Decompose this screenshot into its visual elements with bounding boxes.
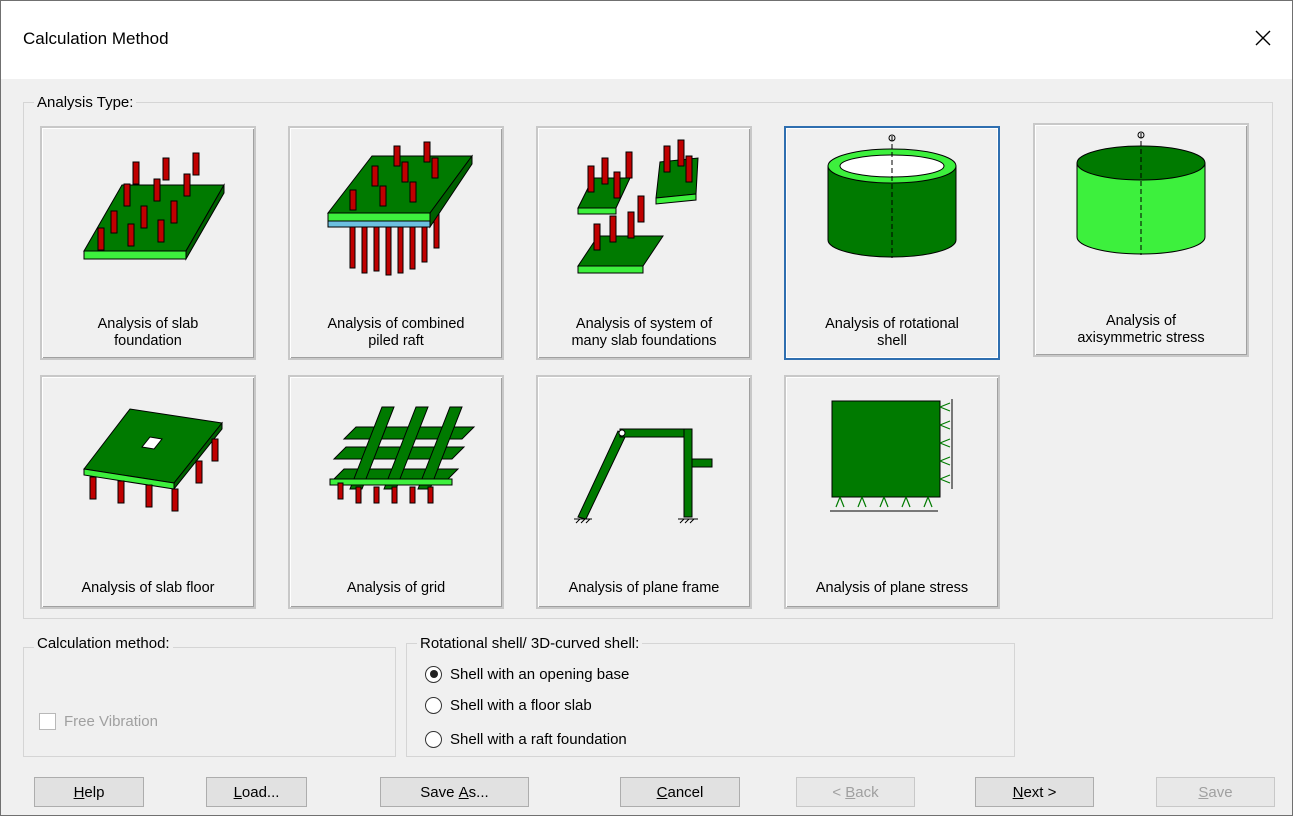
- grid-icon: [329, 406, 476, 504]
- tile-label: Analysis of grid: [346, 580, 446, 596]
- tile-label: Analysis of system of many slab foundati…: [571, 316, 717, 349]
- calculation-method-group: [23, 647, 396, 757]
- load-button[interactable]: Load...: [206, 777, 307, 807]
- tile-label: Analysis of slab foundation: [97, 316, 199, 349]
- plane-frame-icon: [574, 428, 713, 524]
- rotational-shell-icon: [827, 134, 957, 258]
- free-vibration-checkbox[interactable]: Free Vibration: [39, 713, 158, 730]
- slab-floor-icon: [83, 408, 223, 512]
- tile-plane-frame[interactable]: Analysis of plane frame: [536, 375, 752, 609]
- tile-combined-piled-raft[interactable]: Analysis of combined piled raft: [288, 126, 504, 360]
- next-button[interactable]: Next >: [975, 777, 1094, 807]
- radio-opening-base[interactable]: Shell with an opening base: [425, 662, 629, 686]
- tile-many-slab-foundations[interactable]: Analysis of system of many slab foundati…: [536, 126, 752, 360]
- piled-raft-icon: [326, 141, 473, 276]
- calculation-method-dialog: Calculation Method Analysis Type: Analys…: [0, 0, 1293, 816]
- tile-label: Analysis of plane frame: [568, 580, 720, 596]
- radio-raft-foundation[interactable]: Shell with a raft foundation: [425, 727, 627, 751]
- axisymmetric-icon: [1076, 131, 1206, 255]
- tile-plane-stress[interactable]: Analysis of plane stress: [784, 375, 1000, 609]
- analysis-type-label: Analysis Type:: [34, 94, 137, 111]
- radio-label: Shell with a raft foundation: [450, 730, 627, 748]
- title-bar: Calculation Method: [1, 1, 1292, 79]
- radio-label: Shell with a floor slab: [450, 696, 592, 714]
- tile-grid[interactable]: Analysis of grid: [288, 375, 504, 609]
- close-button[interactable]: [1248, 23, 1278, 53]
- radio-label: Shell with an opening base: [450, 665, 630, 683]
- slab-foundation-icon: [83, 152, 225, 261]
- tile-slab-floor[interactable]: Analysis of slab floor: [40, 375, 256, 609]
- radio-button: [425, 730, 442, 748]
- free-vibration-label: Free Vibration: [64, 713, 158, 730]
- plane-stress-icon: [830, 399, 953, 512]
- radio-floor-slab[interactable]: Shell with a floor slab: [425, 693, 592, 717]
- tile-label: Analysis of slab floor: [81, 580, 215, 596]
- close-icon: [1255, 30, 1271, 46]
- cancel-button[interactable]: Cancel: [620, 777, 740, 807]
- radio-button: [425, 665, 442, 683]
- window-title: Calculation Method: [23, 29, 169, 48]
- save-button[interactable]: Save: [1156, 777, 1275, 807]
- save-as-button[interactable]: Save As...: [380, 777, 529, 807]
- tile-axisymmetric-stress[interactable]: Analysis of axisymmetric stress: [1033, 123, 1249, 357]
- tile-label: Analysis of rotational shell: [825, 316, 959, 349]
- radio-button: [425, 696, 442, 714]
- many-slabs-icon: [577, 139, 699, 274]
- checkbox-box: [39, 713, 56, 730]
- tile-slab-foundation[interactable]: Analysis of slab foundation: [40, 126, 256, 360]
- rotational-shell-label: Rotational shell/ 3D-curved shell:: [417, 635, 643, 652]
- tile-label: Analysis of combined piled raft: [327, 316, 465, 349]
- tile-label: Analysis of axisymmetric stress: [1077, 313, 1205, 346]
- calculation-method-label: Calculation method:: [34, 635, 173, 652]
- tile-rotational-shell[interactable]: Analysis of rotational shell: [784, 126, 1000, 360]
- help-button[interactable]: Help: [34, 777, 144, 807]
- back-button[interactable]: < Back: [796, 777, 915, 807]
- tile-label: Analysis of plane stress: [815, 580, 969, 596]
